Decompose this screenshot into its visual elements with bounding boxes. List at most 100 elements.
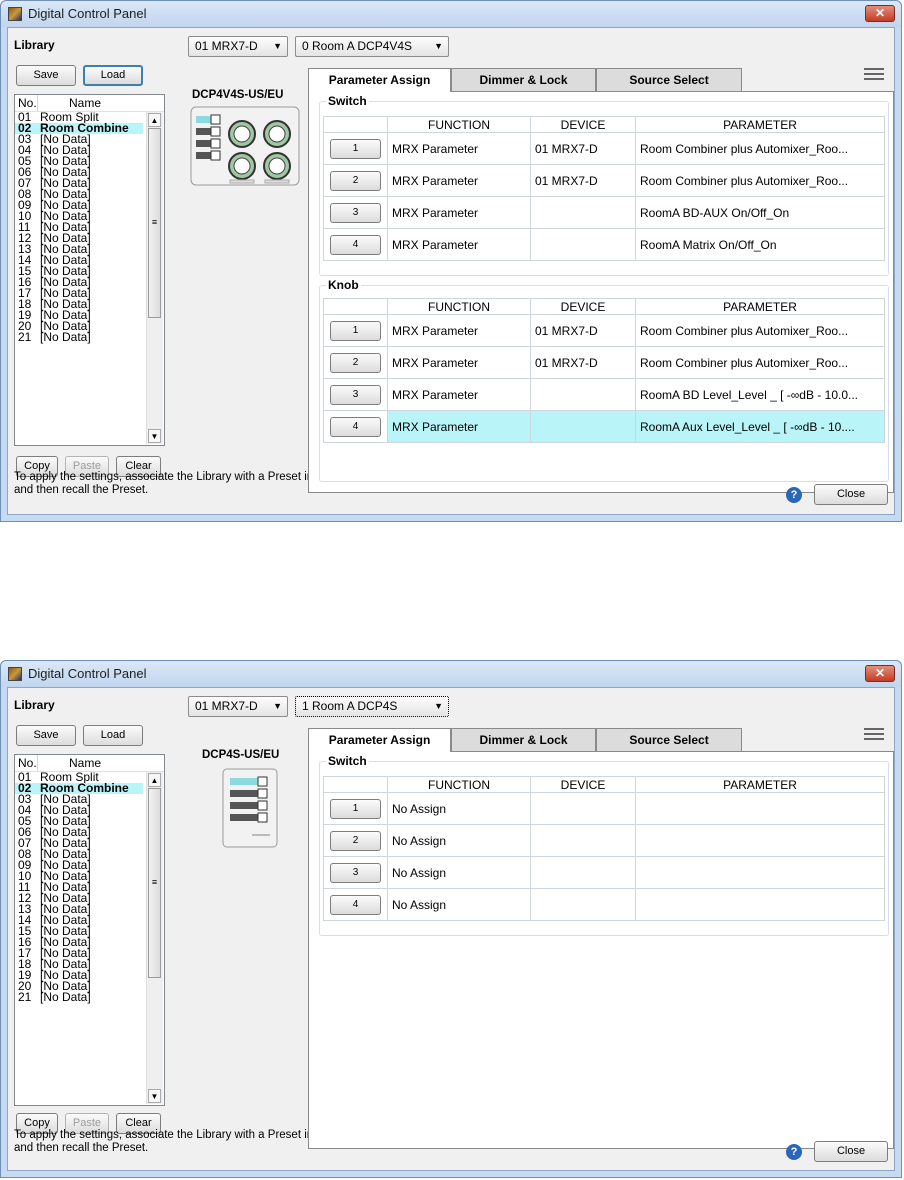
tab-source-select[interactable]: Source Select [596, 728, 742, 751]
device-cell[interactable]: 01 MRX7-D [530, 132, 636, 165]
device-cell[interactable] [530, 792, 636, 825]
parameter-cell[interactable]: Room Combiner plus Automixer_Roo... [635, 164, 885, 197]
function-cell[interactable]: MRX Parameter [387, 196, 531, 229]
function-cell[interactable]: MRX Parameter [387, 228, 531, 261]
number-cell: 4 [323, 888, 388, 921]
function-cell[interactable]: MRX Parameter [387, 346, 531, 379]
column-header-name[interactable]: Name [69, 756, 101, 770]
item-no: 21 [18, 990, 32, 1004]
function-cell[interactable]: No Assign [387, 824, 531, 857]
save-button[interactable]: Save [16, 65, 76, 86]
parameter-cell[interactable]: Room Combiner plus Automixer_Roo... [635, 132, 885, 165]
parameter-cell[interactable] [635, 888, 885, 921]
scroll-thumb[interactable]: ≡ [148, 128, 161, 318]
parameter-cell[interactable]: RoomA Matrix On/Off_On [635, 228, 885, 261]
number-cell: 2 [323, 346, 388, 379]
scroll-down-arrow-icon[interactable]: ▼ [148, 1089, 161, 1103]
tab-dimmer-lock[interactable]: Dimmer & Lock [451, 68, 596, 91]
load-button[interactable]: Load [83, 725, 143, 746]
device-cell[interactable] [530, 888, 636, 921]
table-row: 4 No Assign [323, 888, 885, 921]
device-cell[interactable]: 01 MRX7-D [530, 164, 636, 197]
switch-3-button[interactable]: 3 [330, 202, 381, 223]
table-row: 1 MRX Parameter 01 MRX7-D Room Combiner … [323, 314, 885, 347]
panel-select-value: 1 Room A DCP4S [302, 699, 398, 713]
tab-parameter-assign[interactable]: Parameter Assign [308, 68, 451, 92]
switch-2-button[interactable]: 2 [330, 170, 381, 191]
scroll-up-arrow-icon[interactable]: ▲ [148, 113, 161, 127]
switch-4-button[interactable]: 4 [330, 234, 381, 255]
knob-1-button[interactable]: 1 [330, 320, 381, 341]
function-cell[interactable]: No Assign [387, 792, 531, 825]
knob-2-button[interactable]: 2 [330, 352, 381, 373]
column-header-no[interactable]: No. [18, 96, 37, 110]
list-scrollbar[interactable]: ▲ ≡ ▼ [146, 112, 163, 444]
close-button[interactable]: Close [814, 1141, 888, 1162]
save-button[interactable]: Save [16, 725, 76, 746]
scroll-up-arrow-icon[interactable]: ▲ [148, 773, 161, 787]
panel-select[interactable]: 1 Room A DCP4S ▼ [295, 696, 449, 717]
device-cell[interactable]: 01 MRX7-D [530, 314, 636, 347]
parameter-cell[interactable] [635, 792, 885, 825]
function-cell[interactable]: MRX Parameter [387, 410, 531, 443]
help-icon[interactable]: ? [786, 487, 802, 503]
device-cell[interactable] [530, 196, 636, 229]
switch-3-button[interactable]: 3 [330, 862, 381, 883]
parameter-cell[interactable] [635, 856, 885, 889]
help-icon[interactable]: ? [786, 1144, 802, 1160]
tab-parameter-assign[interactable]: Parameter Assign [308, 728, 451, 752]
parameter-cell[interactable]: RoomA Aux Level_Level _ [ -∞dB - 10.... [635, 410, 885, 443]
knob-table: FUNCTION DEVICE PARAMETER 1 MRX Paramete… [323, 298, 885, 443]
library-list[interactable]: No. Name 01 Room Split 02 Room Combine 03[… [14, 754, 165, 1106]
function-cell[interactable]: MRX Parameter [387, 132, 531, 165]
function-cell[interactable]: No Assign [387, 856, 531, 889]
device-cell[interactable] [530, 378, 636, 411]
parameter-cell[interactable]: Room Combiner plus Automixer_Roo... [635, 346, 885, 379]
device-cell[interactable] [530, 856, 636, 889]
tab-source-select[interactable]: Source Select [596, 68, 742, 91]
column-header-device: DEVICE [530, 298, 636, 315]
list-scrollbar[interactable]: ▲ ≡ ▼ [146, 772, 163, 1104]
list-item[interactable]: 21 [No Data] [15, 990, 164, 1004]
device-cell[interactable]: 01 MRX7-D [530, 346, 636, 379]
title-bar[interactable]: Digital Control Panel ✕ [1, 1, 901, 27]
scroll-down-arrow-icon[interactable]: ▼ [148, 429, 161, 443]
switch-1-button[interactable]: 1 [330, 138, 381, 159]
parameter-cell[interactable]: Room Combiner plus Automixer_Roo... [635, 314, 885, 347]
library-list[interactable]: No. Name 01 Room Split 02 Room Combine 03[… [14, 94, 165, 446]
parameter-cell[interactable] [635, 824, 885, 857]
knob-4-button[interactable]: 4 [330, 416, 381, 437]
switch-2-button[interactable]: 2 [330, 830, 381, 851]
device-cell[interactable] [530, 410, 636, 443]
knob-3-button[interactable]: 3 [330, 384, 381, 405]
tab-dimmer-lock[interactable]: Dimmer & Lock [451, 728, 596, 751]
function-cell[interactable]: No Assign [387, 888, 531, 921]
column-header-no[interactable]: No. [18, 756, 37, 770]
parameter-cell[interactable]: RoomA BD-AUX On/Off_On [635, 196, 885, 229]
list-item[interactable]: 21 [No Data] [15, 331, 164, 343]
device-cell[interactable] [530, 228, 636, 261]
function-cell[interactable]: MRX Parameter [387, 314, 531, 347]
device-select[interactable]: 01 MRX7-D ▼ [188, 696, 288, 717]
app-icon [8, 7, 22, 21]
number-cell: 2 [323, 824, 388, 857]
close-button[interactable]: Close [814, 484, 888, 505]
title-bar[interactable]: Digital Control Panel ✕ [1, 661, 901, 687]
column-header-name[interactable]: Name [69, 96, 101, 110]
load-button[interactable]: Load [83, 65, 143, 86]
function-cell[interactable]: MRX Parameter [387, 164, 531, 197]
window-close-button[interactable]: ✕ [865, 5, 895, 22]
device-select[interactable]: 01 MRX7-D ▼ [188, 36, 288, 57]
menu-icon[interactable] [864, 68, 884, 80]
switch-1-button[interactable]: 1 [330, 798, 381, 819]
table-row: 1 No Assign [323, 792, 885, 825]
function-cell[interactable]: MRX Parameter [387, 378, 531, 411]
chevron-down-icon: ▼ [434, 41, 443, 51]
panel-select[interactable]: 0 Room A DCP4V4S ▼ [295, 36, 449, 57]
menu-icon[interactable] [864, 728, 884, 740]
parameter-cell[interactable]: RoomA BD Level_Level _ [ -∞dB - 10.0... [635, 378, 885, 411]
window-close-button[interactable]: ✕ [865, 665, 895, 682]
device-cell[interactable] [530, 824, 636, 857]
scroll-thumb[interactable]: ≡ [148, 788, 161, 978]
switch-4-button[interactable]: 4 [330, 894, 381, 915]
